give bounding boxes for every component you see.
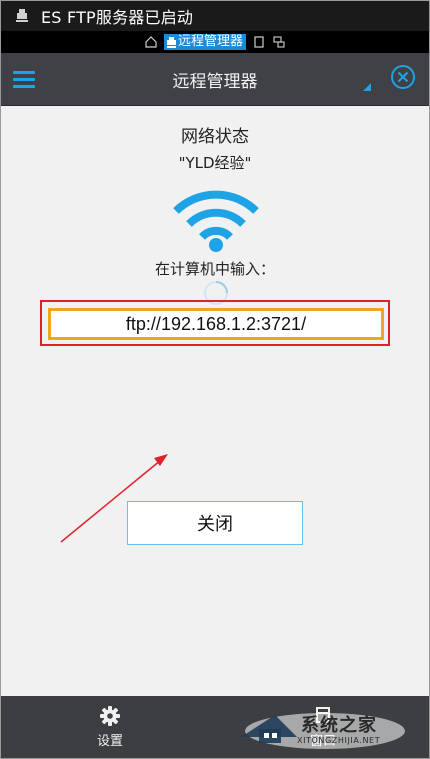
- watermark-subtext: XITONGZHIJIA.NET: [297, 736, 381, 745]
- notification-text: ES FTP服务器已启动: [41, 8, 194, 27]
- usb-debug-icon: [13, 7, 31, 25]
- tablet-icon: [252, 35, 266, 49]
- active-app-label: 远程管理器: [177, 34, 243, 49]
- enter-on-computer-label: 在计算机中输入：: [154, 260, 275, 278]
- close-button[interactable]: 关闭: [127, 501, 303, 545]
- network-status-title: 网络状态: [181, 127, 249, 147]
- dropdown-triangle-icon[interactable]: [363, 83, 371, 91]
- wifi-icon: [173, 190, 259, 252]
- gear-icon: [100, 706, 120, 726]
- watermark-text: 系统之家: [301, 715, 377, 736]
- settings-button[interactable]: 设置: [70, 706, 150, 749]
- settings-label: 设置: [96, 734, 123, 749]
- devices-icon: [272, 35, 286, 49]
- action-bar: 远程管理器: [1, 53, 429, 106]
- close-circle-icon[interactable]: [389, 63, 417, 91]
- phone-screen: ES FTP服务器已启动 远程管理器 远程管理器 网络状态 "YLD经验" 在计…: [0, 0, 430, 759]
- status-bar: 远程管理器: [1, 31, 429, 53]
- active-app-badge: 远程管理器: [163, 34, 246, 50]
- home-icon: [144, 35, 158, 49]
- ftp-address-field[interactable]: ftp://192.168.1.2:3721/: [48, 308, 384, 340]
- network-name: "YLD经验": [178, 154, 252, 172]
- notification-bar[interactable]: ES FTP服务器已启动: [1, 1, 429, 31]
